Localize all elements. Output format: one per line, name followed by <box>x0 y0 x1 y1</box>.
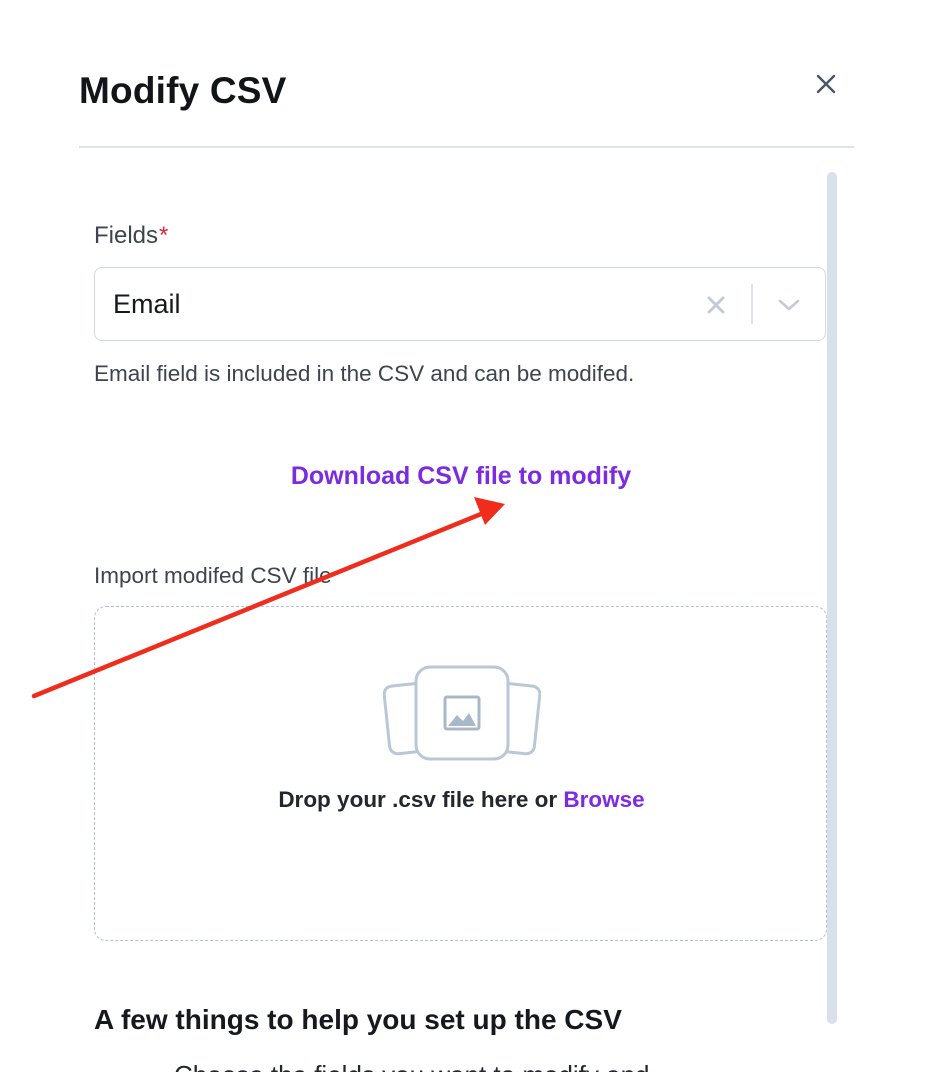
import-label: Import modifed CSV file <box>94 563 332 588</box>
download-csv-link[interactable]: Download CSV file to modify <box>0 462 922 491</box>
close-icon <box>816 74 836 94</box>
fields-label: Fields* <box>94 222 169 249</box>
help-heading: A few things to help you set up the CSV <box>94 1004 622 1035</box>
chevron-down-icon <box>778 299 800 311</box>
fields-helper-text: Email field is included in the CSV and c… <box>94 361 635 386</box>
dropzone-text: Drop your .csv file here or Browse <box>278 787 645 812</box>
close-button[interactable] <box>808 66 844 102</box>
help-list-item: Choose the fields you want to modify and <box>174 1060 650 1072</box>
clear-x-icon <box>707 296 725 314</box>
csv-dropzone[interactable]: Drop your .csv file here or Browse <box>94 606 827 941</box>
image-upload-icon <box>383 665 541 761</box>
select-value: Email <box>113 289 181 319</box>
required-marker: * <box>159 222 169 249</box>
browse-link[interactable]: Browse <box>563 787 644 812</box>
scrollbar[interactable] <box>827 172 837 1024</box>
modal-title: Modify CSV <box>79 70 287 111</box>
header-divider <box>79 146 854 148</box>
select-separator <box>751 284 753 324</box>
dropdown-toggle[interactable] <box>773 290 805 320</box>
fields-select[interactable]: Email <box>94 267 826 341</box>
modify-csv-modal: Modify CSV Fields* Email Email field is … <box>0 0 934 1072</box>
clear-selection-button[interactable] <box>701 290 731 320</box>
